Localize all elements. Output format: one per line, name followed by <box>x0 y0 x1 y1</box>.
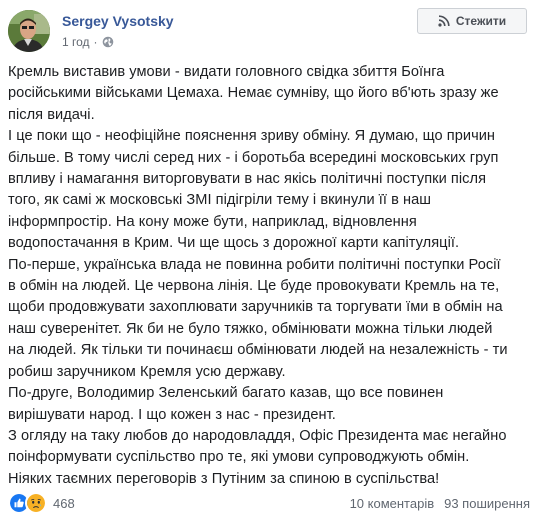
post-line: після видачі. <box>8 106 95 123</box>
post-line: вирішувати народ. І що кожен з нас - пре… <box>8 406 336 423</box>
comments-count-link[interactable]: 10 коментарів <box>350 496 435 511</box>
post-line: інформпростір. На кону може бути, наприк… <box>8 213 417 230</box>
post-line: Кремль виставив умови - видати головного… <box>8 64 445 80</box>
post-line: того, як самі ж московські ЗМІ підігріли… <box>8 192 432 209</box>
reactions-summary[interactable]: 468 <box>8 492 75 514</box>
author-name[interactable]: Sergey Vysotsky <box>62 13 174 29</box>
post-line: З огляду на таку любов до народовладдя, … <box>8 427 507 444</box>
post-line: поінформувати суспільство про те, які ум… <box>8 449 470 466</box>
post-meta: 1 год · <box>62 35 114 49</box>
post-line: на людей. Як тільки ти починаєш обмінюва… <box>8 342 508 359</box>
post-line: щоби продовжувати захоплювати заручників… <box>8 299 503 316</box>
post-line: більше. В тому числі серед них - і борот… <box>8 149 499 166</box>
footer-stats: 10 коментарів 93 поширення <box>350 496 530 511</box>
rss-icon <box>438 15 450 27</box>
post-timestamp[interactable]: 1 год <box>62 35 90 49</box>
meta-separator: · <box>93 35 98 49</box>
sad-icon <box>25 492 47 514</box>
post-text: Кремль виставив умови - видати головного… <box>8 62 530 490</box>
post-line: впливу і намагання виторговувати в нас я… <box>8 171 487 188</box>
post-line: російськими військами Цемаха. Немає сумн… <box>8 85 499 102</box>
follow-button[interactable]: Стежити <box>417 8 527 34</box>
post-line: наш суверенітет. Як би не було тяжко, об… <box>8 320 493 337</box>
post-line: водопостачання в Крим. Чи ще щось з доро… <box>8 235 460 252</box>
post-header: Sergey Vysotsky 1 год · Стежити <box>0 0 540 62</box>
post-line: в обмін на людей. Це червона лінія. Це б… <box>8 278 500 295</box>
post-line: Ніяких таємних переговорів з Путіним за … <box>8 470 440 487</box>
reaction-count: 468 <box>53 495 75 511</box>
post-line: По-перше, українська влада не повинна ро… <box>8 256 501 273</box>
globe-icon <box>102 36 113 48</box>
shares-count-link[interactable]: 93 поширення <box>444 496 530 511</box>
post-line: По-друге, Володимир Зеленський багато ка… <box>8 385 444 402</box>
avatar[interactable] <box>8 10 50 52</box>
avatar-image <box>8 10 50 52</box>
post-line: робиш заручником Кремля усю державу. <box>8 363 286 380</box>
post-line: І це поки що - неофіційне пояснення зрив… <box>8 128 496 145</box>
follow-button-label: Стежити <box>455 14 507 28</box>
post-footer: 468 10 коментарів 93 поширення <box>0 490 540 518</box>
